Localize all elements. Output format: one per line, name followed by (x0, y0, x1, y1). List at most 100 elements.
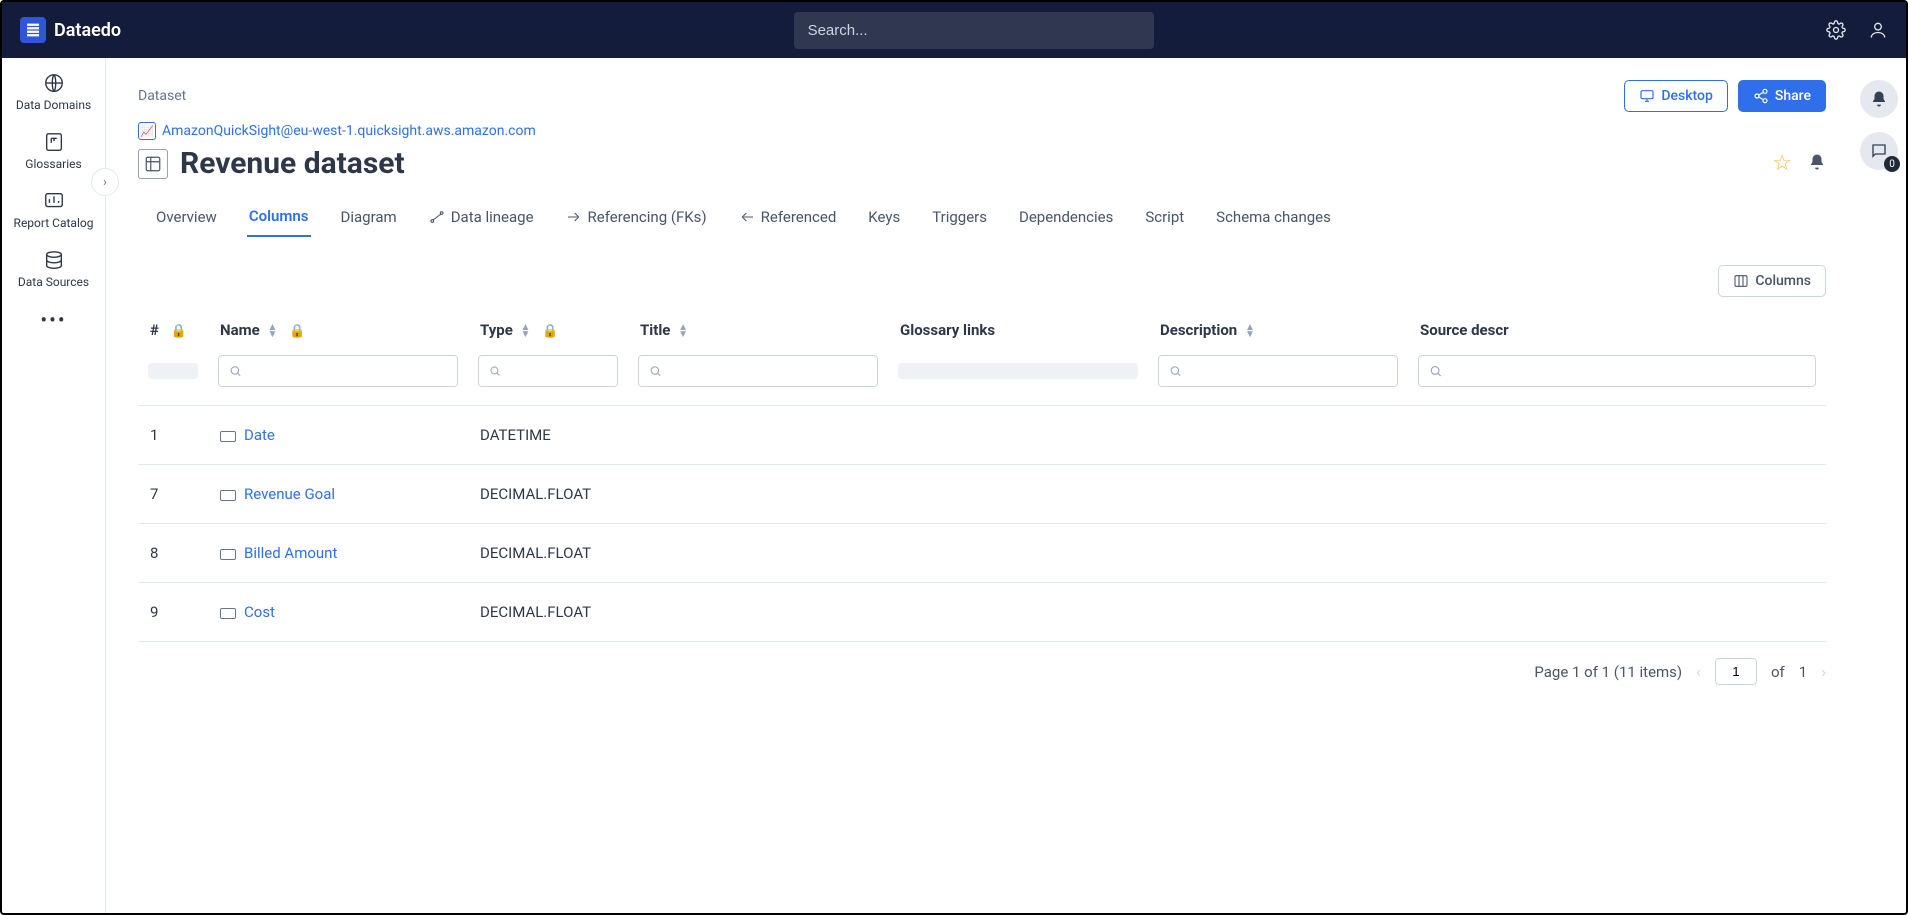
account-user-icon[interactable] (1868, 20, 1888, 40)
col-header-glossary[interactable]: Glossary links (888, 311, 1148, 349)
dataset-icon (138, 149, 168, 179)
brand-logo[interactable]: ≣ Dataedo (20, 17, 121, 43)
cell-name: Billed Amount (208, 524, 468, 583)
tab-overview[interactable]: Overview (154, 201, 219, 237)
tab-script[interactable]: Script (1143, 201, 1186, 237)
bell-icon (1870, 90, 1888, 108)
cell-name: Date (208, 406, 468, 465)
search-input[interactable] (794, 12, 1154, 49)
filter-title[interactable] (638, 355, 878, 387)
sidebar-item-glossaries[interactable]: Glossaries (14, 131, 94, 172)
cell-num: 8 (138, 524, 208, 583)
share-button[interactable]: Share (1738, 80, 1826, 112)
filter-num (148, 363, 198, 379)
col-header-name[interactable]: Name ▲▼ 🔒 (208, 311, 468, 349)
subscribe-bell-icon[interactable] (1808, 152, 1826, 176)
table-row[interactable]: 8 Billed Amount DECIMAL.FLOAT (138, 524, 1826, 583)
tab-schema-changes[interactable]: Schema changes (1214, 201, 1333, 237)
button-label: Desktop (1661, 88, 1712, 104)
tab-dependencies[interactable]: Dependencies (1017, 201, 1115, 237)
lock-icon: 🔒 (171, 324, 187, 339)
source-link[interactable]: AmazonQuickSight@eu-west-1.quicksight.aw… (162, 123, 536, 139)
glossary-icon (43, 131, 65, 153)
page-title: Revenue dataset (180, 146, 405, 181)
breadcrumb: Dataset (138, 88, 186, 104)
tab-referencing[interactable]: Referencing (FKs) (564, 201, 709, 237)
filter-source-descr[interactable] (1418, 355, 1816, 387)
columns-table: # 🔒 Name ▲▼ 🔒 Type ▲▼ 🔒 (138, 311, 1826, 642)
button-label: Columns (1755, 273, 1811, 289)
tab-referenced[interactable]: Referenced (737, 201, 839, 237)
page-prev-icon[interactable]: ‹ (1696, 662, 1701, 681)
column-name-link[interactable]: Date (244, 426, 275, 444)
open-desktop-button[interactable]: Desktop (1624, 80, 1727, 112)
table-row[interactable]: 1 Date DATETIME (138, 406, 1826, 465)
cell-name: Cost (208, 583, 468, 642)
page-next-icon[interactable]: › (1821, 662, 1826, 681)
sidebar-item-report-catalog[interactable]: Report Catalog (14, 190, 94, 231)
report-icon (43, 190, 65, 212)
table-row[interactable]: 7 Revenue Goal DECIMAL.FLOAT (138, 465, 1826, 524)
column-name-link[interactable]: Revenue Goal (244, 485, 335, 503)
notifications-button[interactable] (1860, 80, 1898, 118)
col-header-num[interactable]: # 🔒 (138, 311, 208, 349)
tab-keys[interactable]: Keys (866, 201, 902, 237)
search-icon (1169, 364, 1182, 378)
cell-type: DECIMAL.FLOAT (468, 465, 628, 524)
columns-icon (1733, 273, 1749, 289)
lock-icon: 🔒 (289, 324, 305, 339)
desktop-icon (1639, 88, 1655, 104)
quicksight-source-icon: 📈 (138, 122, 156, 140)
page-of-label: of (1771, 663, 1785, 681)
column-name-link[interactable]: Billed Amount (244, 544, 337, 562)
sidebar-more-icon[interactable]: ••• (40, 308, 66, 332)
col-header-type[interactable]: Type ▲▼ 🔒 (468, 311, 628, 349)
filter-type[interactable] (478, 355, 618, 387)
column-name-link[interactable]: Cost (244, 603, 275, 621)
sidebar-item-data-domains[interactable]: Data Domains (14, 72, 94, 113)
sidebar-item-label: Report Catalog (14, 216, 94, 231)
globe-icon (43, 72, 65, 94)
col-header-title[interactable]: Title ▲▼ (628, 311, 888, 349)
cell-type: DECIMAL.FLOAT (468, 524, 628, 583)
filter-glossary (898, 363, 1138, 379)
chat-icon (1870, 142, 1888, 160)
tab-data-lineage[interactable]: Data lineage (427, 201, 536, 237)
tab-triggers[interactable]: Triggers (930, 201, 989, 237)
column-field-icon (220, 549, 236, 560)
lock-icon: 🔒 (542, 324, 558, 339)
cell-name: Revenue Goal (208, 465, 468, 524)
share-icon (1753, 88, 1769, 104)
columns-config-button[interactable]: Columns (1718, 265, 1826, 297)
chat-button[interactable]: 0 (1860, 132, 1898, 170)
sidebar-item-label: Glossaries (25, 157, 81, 172)
tab-diagram[interactable]: Diagram (339, 201, 399, 237)
tab-label: Referencing (FKs) (588, 208, 707, 226)
column-field-icon (220, 490, 236, 501)
database-icon (43, 249, 65, 271)
sort-icon: ▲▼ (678, 324, 688, 338)
plane-left-icon (739, 209, 755, 225)
cell-num: 7 (138, 465, 208, 524)
col-header-source-descr[interactable]: Source descr (1408, 311, 1826, 349)
search-icon (229, 364, 242, 378)
cell-type: DATETIME (468, 406, 628, 465)
table-row[interactable]: 9CostDECIMAL.FLOAT (138, 583, 1826, 642)
brand-name: Dataedo (54, 20, 121, 41)
settings-gear-icon[interactable] (1826, 20, 1846, 40)
col-header-description[interactable]: Description ▲▼ (1148, 311, 1408, 349)
chat-badge: 0 (1884, 156, 1900, 172)
filter-name[interactable] (218, 355, 458, 387)
favorite-star-icon[interactable]: ☆ (1772, 151, 1792, 176)
page-total: 1 (1799, 663, 1807, 681)
sidebar-item-label: Data Sources (18, 275, 89, 290)
sort-icon: ▲▼ (267, 324, 277, 338)
search-icon (649, 364, 662, 378)
search-icon (489, 364, 501, 378)
cell-num: 1 (138, 406, 208, 465)
filter-description[interactable] (1158, 355, 1398, 387)
sidebar-item-data-sources[interactable]: Data Sources (14, 249, 94, 290)
page-input[interactable] (1715, 658, 1757, 685)
tab-bar: Overview Columns Diagram Data lineage Re… (138, 201, 1826, 237)
tab-columns[interactable]: Columns (247, 201, 311, 237)
